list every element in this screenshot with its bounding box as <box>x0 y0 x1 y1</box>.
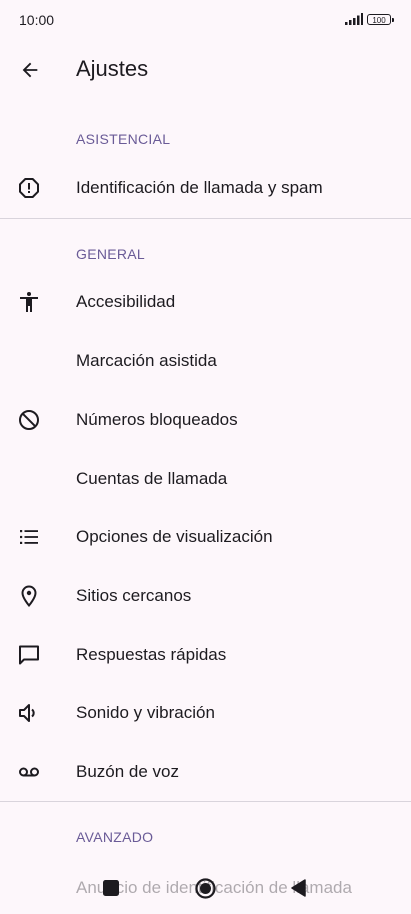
setting-item-label: Identificación de llamada y spam <box>76 178 323 197</box>
section-header-general: GENERAL <box>76 246 146 262</box>
setting-item-sound-vibration[interactable]: Sonido y vibración <box>0 684 411 742</box>
setting-item-label: Respuestas rápidas <box>76 645 227 664</box>
setting-item-caller-id[interactable]: Identificación de llamada y spam <box>0 159 411 217</box>
volume-icon <box>19 704 35 722</box>
setting-item-display-options[interactable]: Opciones de visualización <box>0 508 411 566</box>
arrow-back-icon <box>22 62 38 78</box>
location-pin-icon <box>21 585 37 608</box>
status-time: 10:00 <box>19 12 55 28</box>
alert-octagon-icon <box>19 178 39 198</box>
setting-item-label: Sitios cercanos <box>76 586 192 605</box>
accessibility-icon <box>20 292 38 312</box>
signal-icon <box>345 13 363 25</box>
divider <box>0 801 411 802</box>
app-bar: Ajustes <box>0 40 411 100</box>
back-nav-button[interactable] <box>291 879 306 897</box>
message-icon <box>19 645 39 665</box>
list-icon <box>20 530 38 544</box>
setting-item-assisted-dialing[interactable]: Marcación asistida <box>0 332 411 390</box>
setting-item-label: Accesibilidad <box>76 292 176 311</box>
battery-icon: 100 <box>367 13 394 25</box>
recents-button[interactable] <box>103 880 119 896</box>
block-icon <box>19 410 39 430</box>
section-header-avanzado: AVANZADO <box>76 829 154 845</box>
setting-item-label: Buzón de voz <box>76 762 180 781</box>
setting-item-blocked-numbers[interactable]: Números bloqueados <box>0 391 411 449</box>
divider <box>0 218 411 219</box>
status-bar: 10:00 100 <box>0 0 411 40</box>
setting-item-label: Cuentas de llamada <box>76 469 228 488</box>
setting-item-quick-responses[interactable]: Respuestas rápidas <box>0 626 411 684</box>
back-button[interactable] <box>14 54 46 86</box>
page-title: Ajustes <box>76 56 149 81</box>
setting-item-label: Marcación asistida <box>76 351 217 370</box>
setting-item-label: Números bloqueados <box>76 410 238 429</box>
section-header-asistencial: ASISTENCIAL <box>76 131 171 147</box>
setting-item-accessibility[interactable]: Accesibilidad <box>0 273 411 331</box>
setting-item-label: Opciones de visualización <box>76 527 273 546</box>
setting-item-label: Sonido y vibración <box>76 703 215 722</box>
setting-item-voicemail[interactable]: Buzón de voz <box>0 743 411 801</box>
system-navigation-bar <box>0 862 411 914</box>
status-icons: 100 <box>345 13 394 25</box>
setting-item-calling-accounts[interactable]: Cuentas de llamada <box>0 450 411 508</box>
voicemail-icon <box>19 767 39 777</box>
home-button[interactable] <box>195 878 216 899</box>
setting-item-nearby-places[interactable]: Sitios cercanos <box>0 567 411 625</box>
